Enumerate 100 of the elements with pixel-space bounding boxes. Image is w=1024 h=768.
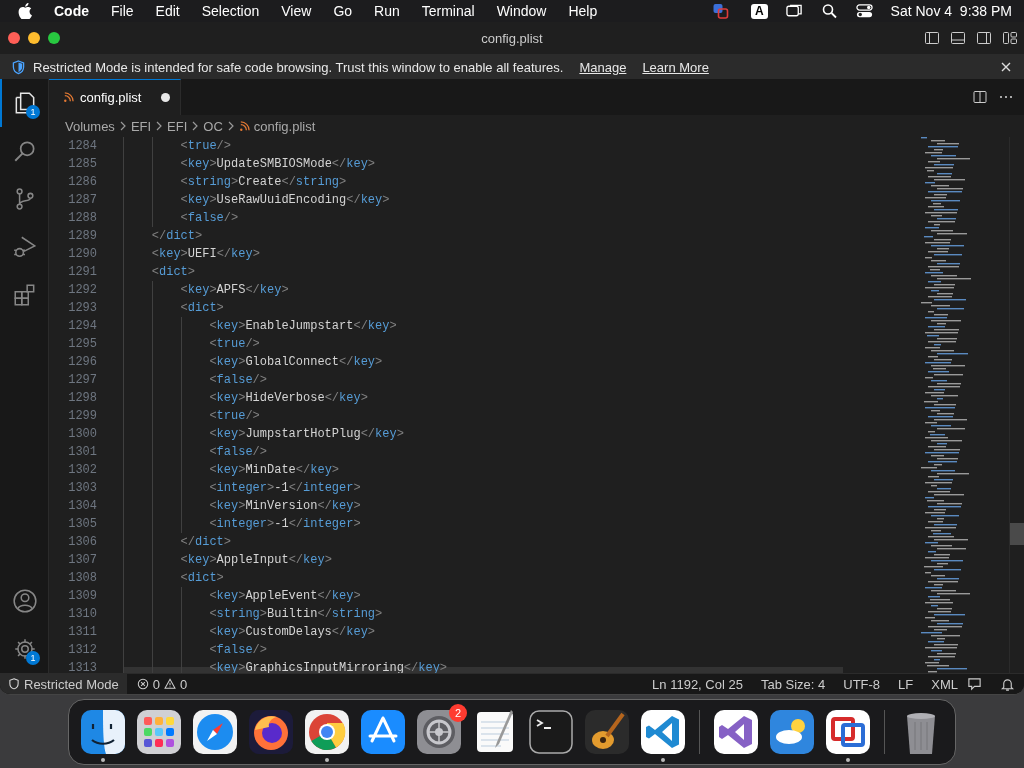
code-line: <integer>-1</integer> [123, 479, 361, 497]
status-item[interactable]: LF [898, 676, 914, 692]
code-line: <false/> [123, 209, 239, 227]
code-line: <string>Create</string> [123, 173, 347, 191]
close-icon[interactable] [1000, 61, 1012, 73]
rss-icon [238, 120, 250, 132]
line-number: 1310 [67, 606, 97, 623]
grid-icon[interactable] [135, 707, 183, 756]
code-line: <true/> [123, 335, 260, 353]
code-line: <string>Builtin</string> [123, 605, 383, 623]
window-title: config.plist [480, 30, 544, 46]
line-number: 1304 [67, 498, 97, 515]
warning-count[interactable]: 0 [179, 676, 188, 692]
search-icon[interactable] [820, 3, 838, 19]
terminal-icon[interactable] [527, 707, 575, 756]
overlapping-squares-icon[interactable] [711, 3, 729, 19]
line-number: 1300 [67, 426, 97, 443]
rss-icon [63, 92, 74, 103]
zoom-button[interactable] [48, 32, 60, 44]
banner-link[interactable]: Learn More [642, 59, 709, 75]
menu-item[interactable]: File [111, 3, 134, 19]
code-line: <key>CustomDelays</key> [123, 623, 376, 641]
line-number: 1302 [67, 462, 97, 479]
shield-icon [12, 59, 25, 75]
shield-icon [8, 678, 20, 690]
bell-icon[interactable] [1000, 676, 1015, 692]
line-number: 1301 [67, 444, 97, 461]
run-debug-icon [12, 234, 38, 260]
menu-item[interactable]: View [281, 3, 312, 19]
banner-message: Restricted Mode is intended for safe code browsing. Trust this window to enable all features. [33, 59, 564, 75]
app-menu[interactable]: Code [54, 3, 89, 19]
status-item[interactable]: UTF-8 [843, 676, 881, 692]
gear-icon[interactable] [415, 707, 463, 756]
input-source-indicator[interactable]: A [750, 3, 768, 19]
banner-link[interactable]: Manage [579, 59, 627, 75]
line-number: 1303 [67, 480, 97, 497]
code-line: <key>GlobalConnect</key> [123, 353, 383, 371]
editor-tab[interactable]: config.plist [49, 79, 182, 115]
code-line: <key>AppleInput</key> [123, 551, 332, 569]
status-item[interactable]: Ln 1192, Col 25 [652, 676, 743, 692]
status-item[interactable]: Tab Size: 4 [760, 676, 826, 692]
layout-icon[interactable] [1002, 30, 1018, 46]
line-number: 1285 [67, 156, 97, 173]
line-number: 1306 [67, 534, 97, 551]
code-line: <key>UEFI</key> [123, 245, 260, 263]
infinity-ribbon-icon[interactable] [712, 707, 760, 756]
vertical-scrollbar[interactable] [1010, 523, 1024, 545]
chevron-icon [226, 120, 235, 132]
breadcrumb-item[interactable]: config.plist [253, 118, 316, 134]
menu-item[interactable]: Run [374, 3, 400, 19]
guitar-icon[interactable] [583, 707, 631, 756]
menu-clock[interactable]: Sat Nov 4 9:38 PM [890, 3, 1012, 19]
screen-mirroring-icon[interactable] [785, 3, 803, 19]
face-icon[interactable] [79, 707, 127, 756]
breadcrumb-item[interactable]: OC [203, 118, 223, 134]
line-number: 1307 [67, 552, 97, 569]
compass-icon[interactable] [191, 707, 239, 756]
line-number: 1299 [67, 408, 97, 425]
menu-item[interactable]: Selection [201, 3, 260, 19]
close-button[interactable] [8, 32, 20, 44]
cloud-sun-icon[interactable] [768, 707, 816, 756]
minimize-button[interactable] [28, 32, 40, 44]
menu-item[interactable]: Window [496, 3, 547, 19]
error-count[interactable]: 0 [152, 676, 160, 692]
chevron-icon [118, 120, 127, 132]
line-number: 1291 [67, 264, 97, 281]
code-line: <key>AppleEvent</key> [123, 587, 361, 605]
panel-toggle-icon[interactable] [950, 30, 966, 46]
restricted-mode-indicator[interactable]: Restricted Mode [0, 674, 127, 694]
apple-icon[interactable] [18, 3, 32, 19]
menu-item[interactable]: Go [333, 3, 353, 19]
menu-item[interactable]: Terminal [421, 3, 475, 19]
control-center-icon[interactable] [855, 3, 873, 19]
double-square-icon[interactable] [824, 707, 872, 756]
breadcrumb-item[interactable]: EFI [130, 118, 152, 134]
line-number: 1290 [67, 246, 97, 263]
code-line: <dict> [123, 263, 195, 281]
split-editor-icon[interactable] [972, 89, 988, 105]
sidebar-toggle-icon[interactable] [924, 30, 940, 46]
feedback-icon[interactable] [967, 676, 982, 692]
code-line: <false/> [123, 443, 267, 461]
code-line: <key>JumpstartHotPlug</key> [123, 425, 404, 443]
activity-badge: 1 [26, 651, 40, 665]
a-shape-icon[interactable] [359, 707, 407, 756]
breadcrumb-item[interactable]: Volumes [65, 118, 115, 134]
code-line: <true/> [123, 407, 260, 425]
breadcrumb-item[interactable]: EFI [167, 118, 188, 134]
code-ribbon-icon[interactable] [639, 707, 687, 756]
code-line: <true/> [123, 137, 231, 155]
line-number: 1286 [67, 174, 97, 191]
code-line: <key>EnableJumpstart</key> [123, 317, 397, 335]
activity-button[interactable]: 1 [0, 625, 48, 673]
line-number: 1313 [67, 660, 97, 673]
secondary-sidebar-icon[interactable] [976, 30, 992, 46]
menu-item[interactable]: Edit [155, 3, 180, 19]
chevron-icon [191, 120, 200, 132]
line-number: 1308 [67, 570, 97, 587]
menu-item[interactable]: Help [568, 3, 598, 19]
status-item[interactable]: XML [931, 676, 958, 692]
fox-globe-icon[interactable] [247, 707, 295, 756]
